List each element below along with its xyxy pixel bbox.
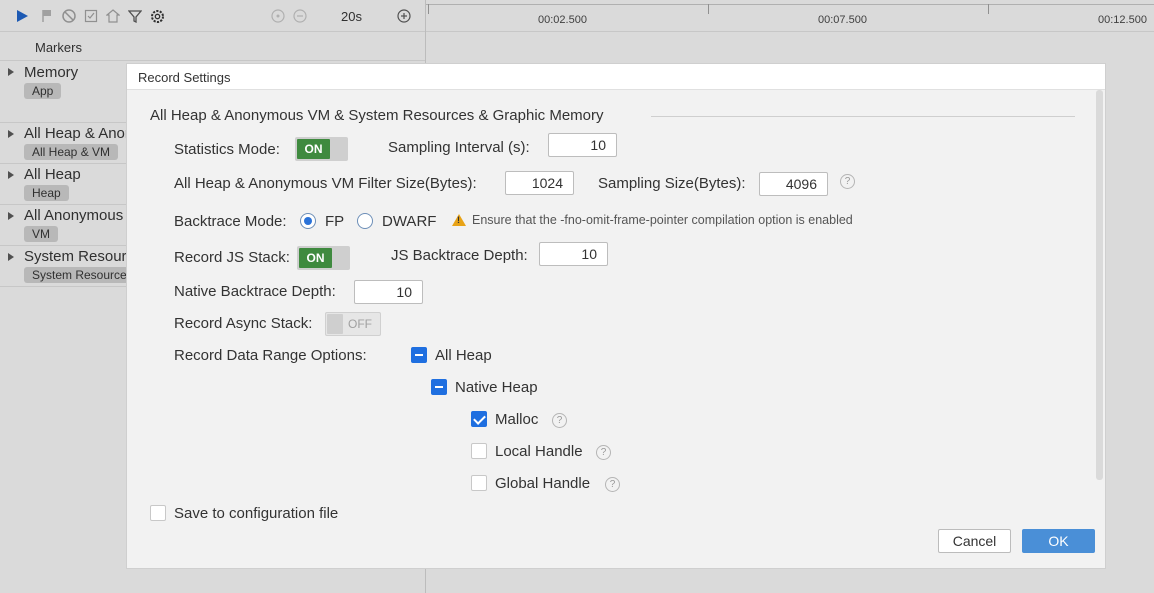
help-icon[interactable]: ?	[552, 413, 567, 428]
js-backtrace-depth-label: JS Backtrace Depth:	[391, 247, 528, 264]
all-heap-label[interactable]: All Heap	[435, 347, 492, 364]
native-backtrace-depth-input[interactable]: 10	[354, 280, 423, 304]
js-backtrace-depth-input[interactable]: 10	[539, 242, 608, 266]
ok-button[interactable]: OK	[1022, 529, 1095, 553]
local-handle-label[interactable]: Local Handle	[495, 443, 583, 460]
toggle-on-text: ON	[299, 248, 332, 268]
all-heap-checkbox[interactable]	[411, 347, 427, 363]
record-js-stack-label: Record JS Stack:	[174, 249, 290, 266]
toggle-knob	[327, 314, 343, 334]
backtrace-mode-label: Backtrace Mode:	[174, 213, 287, 230]
malloc-label[interactable]: Malloc	[495, 411, 538, 428]
sampling-size-input[interactable]: 4096	[759, 172, 828, 196]
cancel-button[interactable]: Cancel	[938, 529, 1011, 553]
radio-fp[interactable]	[300, 213, 316, 229]
filter-size-label: All Heap & Anonymous VM Filter Size(Byte…	[174, 175, 477, 192]
record-js-stack-toggle[interactable]: ON	[297, 246, 350, 270]
radio-dwarf[interactable]	[357, 213, 373, 229]
dialog-scrollbar[interactable]	[1096, 90, 1103, 480]
filter-size-input[interactable]: 1024	[505, 171, 574, 195]
section-divider	[651, 116, 1075, 117]
warning-text: Ensure that the -fno-omit-frame-pointer …	[472, 213, 853, 227]
global-handle-checkbox[interactable]	[471, 475, 487, 491]
record-settings-dialog: Record Settings All Heap & Anonymous VM …	[126, 63, 1106, 569]
statistics-mode-toggle[interactable]: ON	[295, 137, 348, 161]
radio-fp-label[interactable]: FP	[325, 213, 344, 230]
dialog-title: Record Settings	[138, 70, 231, 85]
data-range-label: Record Data Range Options:	[174, 347, 367, 364]
help-icon[interactable]: ?	[605, 477, 620, 492]
local-handle-checkbox[interactable]	[471, 443, 487, 459]
save-config-label[interactable]: Save to configuration file	[174, 505, 338, 522]
record-async-stack-toggle[interactable]: OFF	[325, 312, 381, 336]
radio-dwarf-label[interactable]: DWARF	[382, 213, 436, 230]
native-heap-checkbox[interactable]	[431, 379, 447, 395]
sampling-size-label: Sampling Size(Bytes):	[598, 175, 746, 192]
toggle-on-text: ON	[297, 139, 330, 159]
warning-icon	[452, 214, 466, 226]
record-async-stack-label: Record Async Stack:	[174, 315, 313, 332]
save-config-checkbox[interactable]	[150, 505, 166, 521]
toggle-off-text: OFF	[348, 317, 372, 331]
help-icon[interactable]: ?	[596, 445, 611, 460]
help-icon[interactable]: ?	[840, 174, 855, 189]
native-backtrace-depth-label: Native Backtrace Depth:	[174, 283, 336, 300]
section-title: All Heap & Anonymous VM & System Resourc…	[150, 107, 604, 124]
sampling-interval-label: Sampling Interval (s):	[388, 139, 530, 156]
native-heap-label[interactable]: Native Heap	[455, 379, 538, 396]
dialog-titlebar[interactable]: Record Settings	[127, 64, 1105, 90]
backtrace-warning: Ensure that the -fno-omit-frame-pointer …	[452, 213, 853, 227]
malloc-checkbox[interactable]	[471, 411, 487, 427]
statistics-mode-label: Statistics Mode:	[174, 141, 280, 158]
sampling-interval-input[interactable]: 10	[548, 133, 617, 157]
global-handle-label[interactable]: Global Handle	[495, 475, 590, 492]
